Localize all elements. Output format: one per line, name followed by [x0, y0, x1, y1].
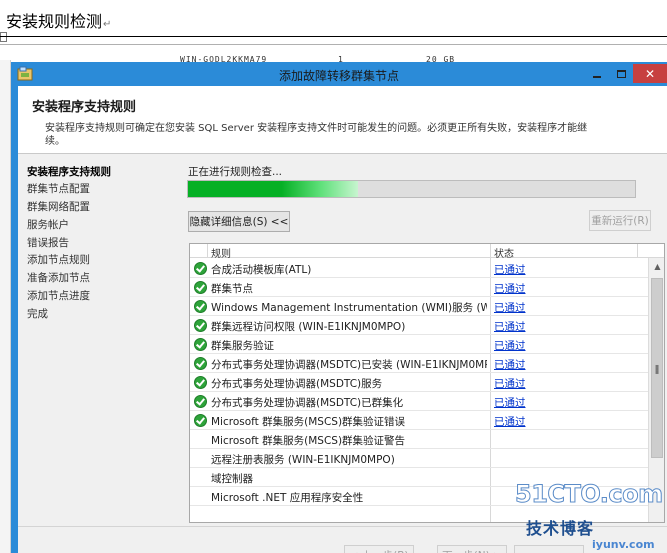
rule-name: 群集远程访问权限 (WIN-E1IKNJM0MPO): [211, 321, 406, 333]
page-description: 安装程序支持规则可确定在您安装 SQL Server 安装程序支持文件时可能发生…: [45, 123, 588, 147]
back-button[interactable]: < 上一步(B): [344, 545, 414, 553]
rule-name: 域控制器: [211, 473, 253, 485]
rule-check-progress-bar: [187, 180, 636, 198]
rule-name: Microsoft 群集服务(MSCS)群集验证警告: [211, 435, 406, 447]
rule-status-link[interactable]: 已通过: [494, 319, 526, 334]
step-add-node-progress[interactable]: 添加节点进度: [27, 288, 90, 303]
close-button[interactable]: ✕: [633, 64, 667, 83]
table-row[interactable]: 远程注册表服务 (WIN-E1IKNJM0MPO): [190, 449, 648, 468]
grip-icon: ▪ ▪ ▪: [655, 363, 660, 376]
check-circle-icon: [194, 300, 207, 313]
column-divider: [637, 244, 638, 258]
rule-name: 群集服务验证: [211, 340, 274, 352]
check-circle-icon: [194, 357, 207, 370]
rule-name: Microsoft .NET 应用程序安全性: [211, 492, 364, 504]
page-header: 安装程序支持规则 安装程序支持规则可确定在您安装 SQL Server 安装程序…: [18, 86, 667, 154]
check-circle-icon: [194, 281, 207, 294]
rule-name: 合成活动模板库(ATL): [211, 264, 312, 276]
watermark-site: iyunv.com: [592, 538, 655, 551]
check-circle-icon: [194, 376, 207, 389]
table-row[interactable]: 分布式事务处理协调器(MSDTC)已群集化 已通过: [190, 392, 648, 411]
steps-sidebar: 安装程序支持规则 群集节点配置 群集网络配置 服务帐户 错误报告 添加节点规则 …: [18, 155, 178, 515]
rule-name: Microsoft 群集服务(MSCS)群集验证错误: [211, 416, 406, 428]
scroll-thumb[interactable]: ▪ ▪ ▪: [651, 278, 663, 458]
rule-name: 分布式事务处理协调器(MSDTC)已群集化: [211, 397, 404, 409]
table-row[interactable]: 群集节点 已通过: [190, 278, 648, 297]
step-service-accounts[interactable]: 服务帐户: [27, 217, 69, 232]
rule-name: 分布式事务处理协调器(MSDTC)服务: [211, 378, 383, 390]
column-header-rule[interactable]: 规则: [211, 245, 231, 260]
step-setup-support-rules[interactable]: 安装程序支持规则: [27, 164, 111, 179]
check-circle-icon: [194, 414, 207, 427]
rule-status-link[interactable]: 已通过: [494, 281, 526, 296]
rule-status-link[interactable]: 已通过: [494, 395, 526, 410]
column-header-status[interactable]: 状态: [494, 245, 514, 260]
step-complete[interactable]: 完成: [27, 306, 48, 321]
window-title: 添加故障转移群集节点: [278, 69, 399, 83]
rule-status-link[interactable]: 已通过: [494, 300, 526, 315]
paragraph-mark-icon: ↵: [103, 19, 112, 30]
check-status-text: 正在进行规则检查...: [188, 166, 283, 178]
scroll-up-icon[interactable]: ▲: [649, 258, 664, 275]
rule-name: 群集节点: [211, 283, 253, 295]
table-row[interactable]: Microsoft 群集服务(MSCS)群集验证警告: [190, 430, 648, 449]
check-circle-icon: [194, 395, 207, 408]
document-rule-light: [0, 44, 667, 45]
check-circle-icon: [194, 338, 207, 351]
progress-fill: [188, 181, 358, 197]
rule-status-link[interactable]: 已通过: [494, 338, 526, 353]
rule-name: 远程注册表服务 (WIN-E1IKNJM0MPO): [211, 454, 395, 466]
check-circle-icon: [194, 262, 207, 275]
table-row[interactable]: Microsoft 群集服务(MSCS)群集验证错误 已通过: [190, 411, 648, 430]
watermark: 51CTO.com 技术博客 iyunv.com: [500, 478, 667, 553]
maximize-button[interactable]: [609, 64, 633, 83]
minimize-button[interactable]: [585, 64, 609, 83]
column-divider: [207, 244, 208, 258]
watermark-main: 51CTO.com: [515, 480, 664, 509]
hide-details-button[interactable]: 隐藏详细信息(S) <<: [188, 211, 290, 232]
document-rule: [0, 36, 667, 37]
title-bar[interactable]: 添加故障转移群集节点 ✕: [11, 62, 667, 86]
watermark-sub: 技术博客: [526, 519, 595, 538]
table-row[interactable]: 分布式事务处理协调器(MSDTC)已安装 (WIN-E1IKNJM0MPO) 已通…: [190, 354, 648, 373]
rule-status-link[interactable]: 已通过: [494, 414, 526, 429]
step-cluster-network-config[interactable]: 群集网络配置: [27, 199, 90, 214]
table-row[interactable]: Windows Management Instrumentation (WMI)…: [190, 297, 648, 316]
step-cluster-node-config[interactable]: 群集节点配置: [27, 181, 90, 196]
table-row[interactable]: 群集远程访问权限 (WIN-E1IKNJM0MPO) 已通过: [190, 316, 648, 335]
maximize-icon: [616, 69, 626, 78]
table-anchor-icon: [0, 32, 7, 42]
rule-status-link[interactable]: 已通过: [494, 376, 526, 391]
document-margin: [0, 60, 11, 553]
document-heading: 安装规则检测↵: [6, 12, 112, 31]
rule-status-link[interactable]: 已通过: [494, 262, 526, 277]
step-error-reporting[interactable]: 错误报告: [27, 235, 69, 250]
close-icon: ✕: [644, 66, 656, 81]
next-button[interactable]: 下一步(N) >: [437, 545, 507, 553]
check-circle-icon: [194, 319, 207, 332]
table-row[interactable]: 群集服务验证 已通过: [190, 335, 648, 354]
table-row[interactable]: 合成活动模板库(ATL) 已通过: [190, 259, 648, 278]
rule-name: Windows Management Instrumentation (WMI)…: [211, 302, 487, 314]
step-add-node-rules[interactable]: 添加节点规则: [27, 252, 90, 267]
table-header: 规则 状态: [190, 244, 664, 260]
table-row[interactable]: 分布式事务处理协调器(MSDTC)服务 已通过: [190, 373, 648, 392]
rule-name: 分布式事务处理协调器(MSDTC)已安装 (WIN-E1IKNJM0MPO): [211, 359, 487, 371]
step-ready-to-add-node[interactable]: 准备添加节点: [27, 270, 90, 285]
rerun-button[interactable]: 重新运行(R): [589, 210, 651, 231]
page-title: 安装程序支持规则: [32, 100, 137, 115]
rule-status-link[interactable]: 已通过: [494, 357, 526, 372]
minimize-icon: [593, 75, 601, 78]
